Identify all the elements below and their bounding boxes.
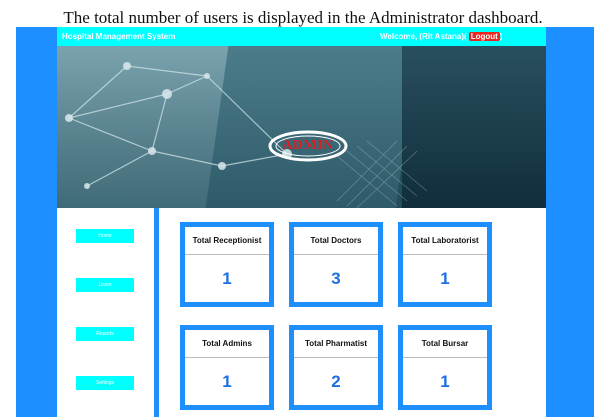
stat-card-title: Total Receptionist xyxy=(185,227,269,255)
stat-card-title: Total Admins xyxy=(185,330,269,358)
welcome-text: Welcome, (Rit Astana)( xyxy=(380,32,467,41)
stat-card-value: 1 xyxy=(222,269,232,288)
logo-text: ADMIN xyxy=(282,138,334,153)
sidebar-item-reports[interactable]: Reports xyxy=(76,327,134,341)
banner-network-graphic xyxy=(65,62,428,208)
screenshot-caption: The total number of users is displayed i… xyxy=(63,8,543,27)
app-window: Hospital Management System Welcome, (Rit… xyxy=(16,27,594,417)
admin-logo: ADMIN xyxy=(267,129,349,163)
stat-card-value: 1 xyxy=(440,269,450,288)
welcome-close: ) xyxy=(499,32,503,41)
stat-card-pharmatist[interactable]: Total Pharmatist 2 xyxy=(289,325,383,410)
sidebar: Home Users Reports Settings xyxy=(57,208,154,417)
stat-card-admins[interactable]: Total Admins 1 xyxy=(180,325,274,410)
sidebar-item-home[interactable]: Home xyxy=(76,229,134,243)
sidebar-item-users[interactable]: Users xyxy=(76,278,134,292)
stat-card-title: Total Bursar xyxy=(403,330,487,358)
stat-card-value: 1 xyxy=(440,372,450,391)
logout-link[interactable]: Logout xyxy=(468,32,500,41)
stat-card-value: 1 xyxy=(222,372,232,391)
hero-banner: ADMIN xyxy=(57,46,546,208)
app-title: Hospital Management System xyxy=(62,32,176,41)
stat-card-doctors[interactable]: Total Doctors 3 xyxy=(289,222,383,307)
dashboard-panel: Total Receptionist 1 Total Doctors 3 Tot… xyxy=(159,208,546,417)
sidebar-item-settings[interactable]: Settings xyxy=(76,376,134,390)
stat-card-title: Total Pharmatist xyxy=(294,330,378,358)
stat-card-title: Total Doctors xyxy=(294,227,378,255)
stat-card-bursar[interactable]: Total Bursar 1 xyxy=(398,325,492,410)
page-margin-right xyxy=(546,46,594,417)
stat-card-value: 3 xyxy=(331,269,341,288)
stat-card-title: Total Laboratorist xyxy=(403,227,487,255)
stat-card-receptionist[interactable]: Total Receptionist 1 xyxy=(180,222,274,307)
stat-card-value: 2 xyxy=(331,372,341,391)
stat-card-laboratorist[interactable]: Total Laboratorist 1 xyxy=(398,222,492,307)
top-bar: Hospital Management System Welcome, (Rit… xyxy=(57,27,546,46)
welcome-message: Welcome, (Rit Astana)(Logout) xyxy=(380,32,502,41)
